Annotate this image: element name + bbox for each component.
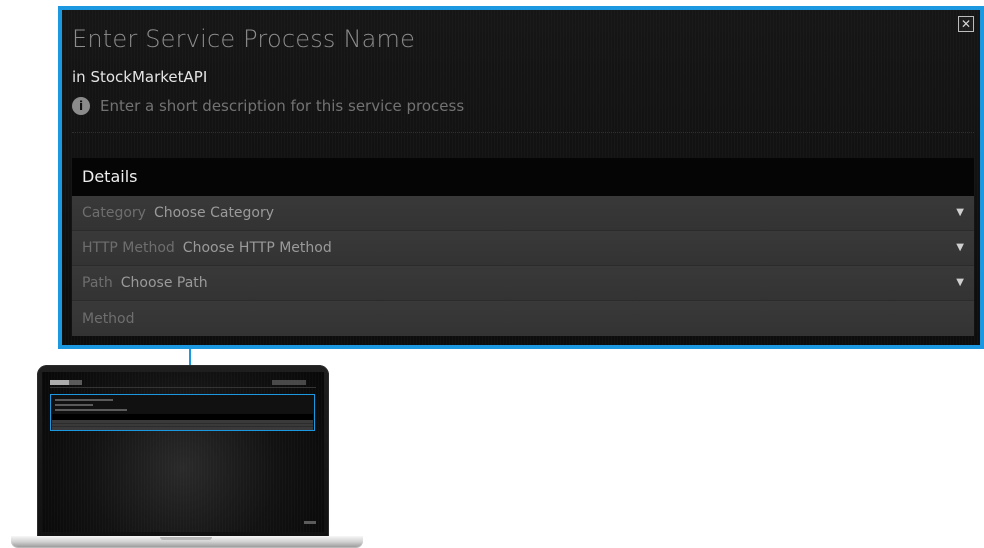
close-icon: ✕ xyxy=(960,17,972,31)
category-value: Choose Category xyxy=(153,205,275,221)
laptop-display xyxy=(42,372,324,532)
service-process-dialog: ✕ Enter Service Process Name in StockMar… xyxy=(58,6,984,349)
api-context-label: in StockMarketAPI xyxy=(72,68,208,86)
mini-subtitle-line xyxy=(55,404,93,406)
mini-brand xyxy=(50,380,82,385)
chevron-down-icon[interactable]: ▼ xyxy=(956,208,964,218)
mini-title-line xyxy=(55,399,113,401)
http-method-label: HTTP Method xyxy=(82,240,175,256)
description-placeholder[interactable]: Enter a short description for this servi… xyxy=(100,97,464,115)
laptop-preview xyxy=(0,365,366,548)
mini-description-line xyxy=(55,409,127,411)
category-select[interactable]: Category Choose Category ▼ xyxy=(72,196,974,231)
mini-details-grid xyxy=(52,420,313,430)
mini-toolbar xyxy=(272,380,306,385)
path-value: Choose Path xyxy=(120,275,208,291)
mini-topbar xyxy=(50,380,316,388)
details-section-header: Details xyxy=(72,158,974,196)
category-label: Category xyxy=(82,205,146,221)
method-label: Method xyxy=(82,310,135,327)
page-title[interactable]: Enter Service Process Name xyxy=(72,25,415,53)
chevron-down-icon[interactable]: ▼ xyxy=(956,278,964,288)
path-label: Path xyxy=(82,275,113,291)
http-method-value: Choose HTTP Method xyxy=(182,240,332,256)
chevron-down-icon[interactable]: ▼ xyxy=(956,243,964,253)
close-button[interactable]: ✕ xyxy=(958,16,974,32)
method-field[interactable]: Method xyxy=(72,301,974,336)
info-icon: i xyxy=(72,97,90,115)
details-field-list: Category Choose Category ▼ HTTP Method C… xyxy=(72,196,974,336)
details-title: Details xyxy=(82,167,138,186)
mini-footer-mark xyxy=(304,521,316,524)
section-divider xyxy=(72,132,974,133)
http-method-select[interactable]: HTTP Method Choose HTTP Method ▼ xyxy=(72,231,974,266)
path-select[interactable]: Path Choose Path ▼ xyxy=(72,266,974,301)
description-row[interactable]: i Enter a short description for this ser… xyxy=(72,96,464,116)
laptop-notch xyxy=(160,537,212,540)
mini-dialog-highlight xyxy=(50,394,315,431)
